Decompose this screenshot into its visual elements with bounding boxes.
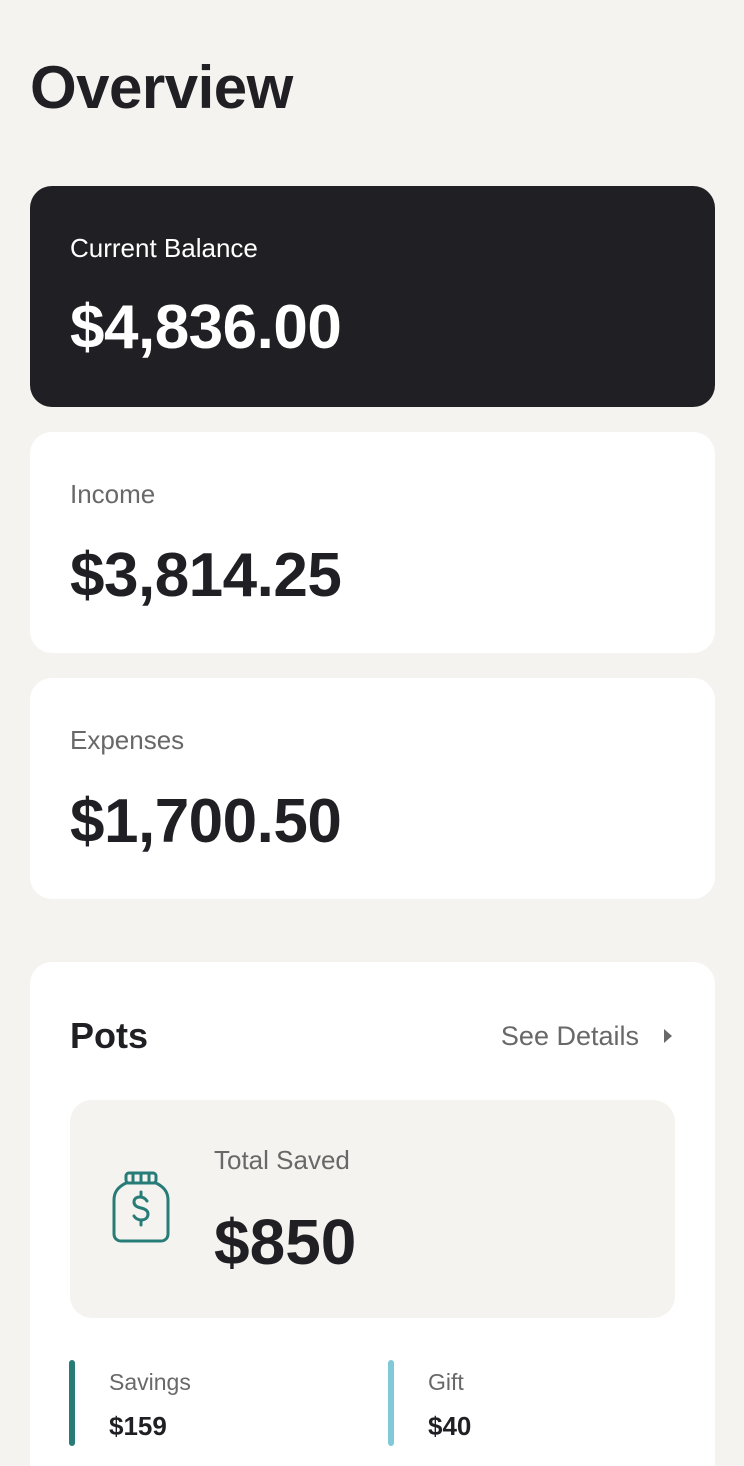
pot-color-bar (69, 1360, 75, 1446)
current-balance-card: Current Balance $4,836.00 (30, 186, 715, 407)
jar-dollar-icon (112, 1171, 170, 1243)
total-saved-panel: Total Saved $850 (70, 1100, 675, 1318)
see-details-label: See Details (500, 1021, 639, 1051)
pot-amount: $40 (428, 1411, 472, 1441)
current-balance-label: Current Balance (70, 233, 258, 263)
current-balance-value: $4,836.00 (70, 293, 342, 362)
pot-item-savings: Savings $159 (69, 1352, 329, 1446)
income-card: Income $3,814.25 (30, 432, 715, 653)
expenses-label: Expenses (70, 725, 185, 755)
pot-item-gift: Gift $40 (388, 1352, 648, 1446)
overview-page: Overview Current Balance $4,836.00 Incom… (0, 0, 744, 1466)
pot-name: Savings (109, 1369, 191, 1395)
pot-color-bar (388, 1360, 394, 1446)
caret-right-icon (664, 1029, 672, 1043)
pots-card: Pots See Details Total Saved $850 Saving… (30, 962, 715, 1466)
total-saved-value: $850 (214, 1206, 357, 1278)
pot-name: Gift (428, 1369, 464, 1395)
page-title: Overview (30, 54, 293, 121)
pot-amount: $159 (109, 1411, 167, 1441)
income-label: Income (70, 479, 156, 509)
see-details-link[interactable]: See Details (501, 1020, 673, 1052)
income-value: $3,814.25 (70, 541, 342, 610)
total-saved-label: Total Saved (214, 1145, 350, 1175)
expenses-value: $1,700.50 (70, 787, 342, 856)
expenses-card: Expenses $1,700.50 (30, 678, 715, 899)
pots-title: Pots (70, 1015, 149, 1056)
